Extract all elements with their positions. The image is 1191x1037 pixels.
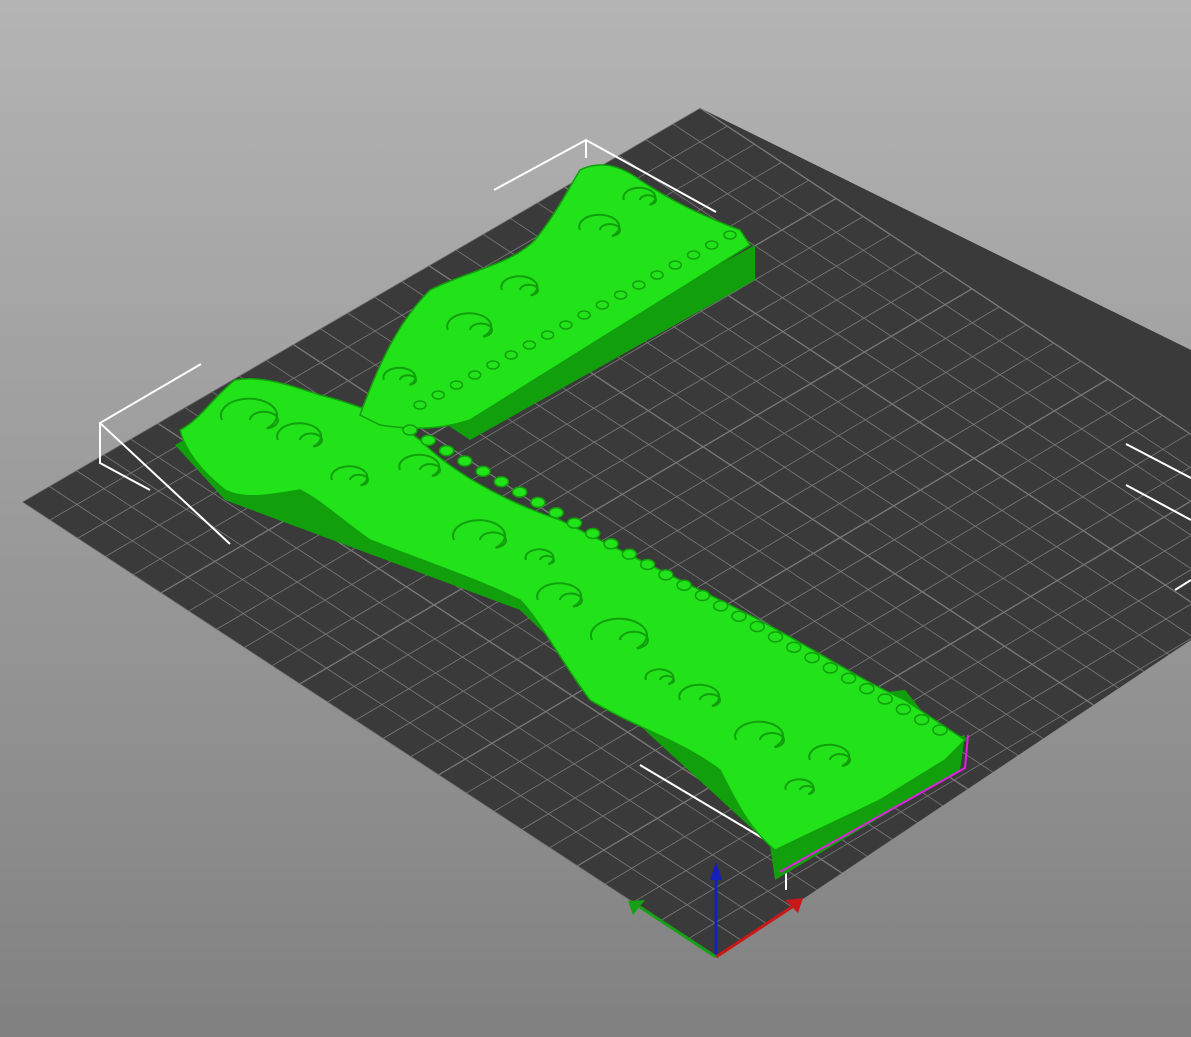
bead [877, 693, 893, 705]
bead [467, 370, 482, 380]
bead [548, 507, 564, 519]
bead [694, 589, 711, 602]
bead [493, 475, 510, 488]
bead [731, 610, 747, 622]
bead [402, 424, 418, 436]
bead [540, 330, 555, 340]
bead [504, 350, 518, 360]
bead [676, 579, 692, 591]
bead [457, 455, 473, 467]
bead [486, 360, 500, 370]
bead [585, 527, 601, 540]
bead [595, 300, 610, 310]
bead [577, 310, 591, 320]
bead [786, 641, 802, 653]
bead [804, 651, 820, 664]
bead [913, 713, 930, 726]
bead [686, 250, 701, 260]
bead [723, 230, 737, 240]
bead [767, 631, 784, 643]
bead [632, 280, 646, 290]
bead [613, 290, 628, 300]
bead [420, 434, 437, 447]
bead [658, 569, 674, 581]
bead [932, 724, 948, 736]
bead [859, 682, 875, 695]
bead [522, 340, 537, 350]
bead [668, 260, 683, 270]
bead [603, 538, 619, 550]
bead [413, 400, 427, 410]
bead [559, 320, 573, 330]
bead [749, 620, 765, 633]
bead [895, 703, 912, 716]
bead [438, 444, 455, 457]
bead [650, 270, 664, 280]
bead [705, 240, 719, 250]
bead [566, 517, 583, 529]
bead [449, 380, 464, 390]
bead [621, 548, 638, 560]
bead [431, 390, 445, 400]
bead [639, 558, 656, 571]
bead [712, 600, 729, 612]
3d-viewport[interactable] [0, 0, 1191, 1037]
bead [840, 672, 857, 685]
bead [530, 496, 546, 509]
bead [511, 486, 528, 498]
bead [475, 465, 491, 478]
bead [822, 662, 839, 674]
